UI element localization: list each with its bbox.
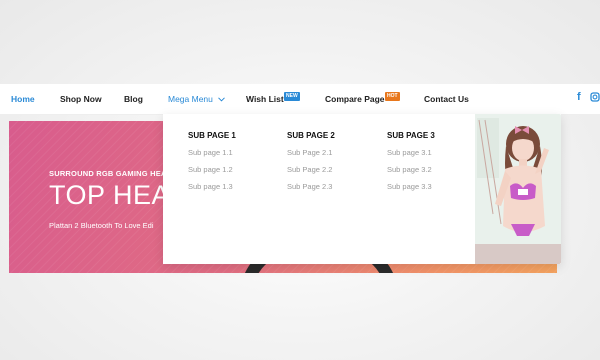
nav-item-label: Blog	[124, 94, 143, 104]
instagram-icon[interactable]	[590, 91, 600, 107]
submenu-link[interactable]: Sub page 1.1	[188, 144, 283, 161]
chevron-down-icon	[218, 84, 226, 114]
nav-item-label: Compare Page	[325, 94, 385, 104]
promo-model-image[interactable]	[475, 114, 561, 264]
column-title[interactable]: SUB PAGE 3	[387, 128, 482, 144]
banner-subtitle: SURROUND RGB GAMING HEADS	[49, 169, 178, 178]
nav-item-compare-page[interactable]: Compare Page	[325, 84, 385, 114]
submenu-link[interactable]: Sub page 3.3	[387, 178, 482, 195]
nav-item-label: Home	[11, 94, 35, 104]
submenu-link[interactable]: Sub page 1.3	[188, 178, 283, 195]
submenu-link[interactable]: Sub Page 2.2	[287, 161, 382, 178]
submenu-link[interactable]: Sub page 1.2	[188, 161, 283, 178]
new-badge: NEW	[284, 92, 300, 101]
submenu-link[interactable]: Sub Page 2.1	[287, 144, 382, 161]
nav-item-blog[interactable]: Blog	[124, 84, 143, 114]
nav-item-wish-list[interactable]: Wish List	[246, 84, 284, 114]
banner-description: Plattan 2 Bluetooth To Love Edi	[49, 221, 154, 230]
nav-item-label: Mega Menu	[168, 94, 213, 104]
mega-menu-column-3: SUB PAGE 3 Sub page 3.1 Sub page 3.2 Sub…	[387, 128, 482, 195]
mega-menu-column-2: SUB PAGE 2 Sub Page 2.1 Sub Page 2.2 Sub…	[287, 128, 382, 195]
nav-item-label: Wish List	[246, 94, 284, 104]
nav-item-label: Shop Now	[60, 94, 102, 104]
nav-item-contact-us[interactable]: Contact Us	[424, 84, 469, 114]
column-title[interactable]: SUB PAGE 1	[188, 128, 283, 144]
nav-item-label: Contact Us	[424, 94, 469, 104]
submenu-link[interactable]: Sub Page 2.3	[287, 178, 382, 195]
hot-badge: HOT	[385, 92, 400, 101]
nav-item-mega-menu[interactable]: Mega Menu	[168, 84, 226, 114]
submenu-link[interactable]: Sub page 3.1	[387, 144, 482, 161]
nav-item-home[interactable]: Home	[11, 84, 35, 114]
main-navigation: Home Shop Now Blog Mega Menu Wish List N…	[0, 84, 600, 114]
facebook-icon[interactable]: f	[577, 91, 581, 107]
mega-menu-dropdown: SUB PAGE 1 Sub page 1.1 Sub page 1.2 Sub…	[163, 114, 561, 264]
mega-menu-column-1: SUB PAGE 1 Sub page 1.1 Sub page 1.2 Sub…	[188, 128, 283, 195]
column-title[interactable]: SUB PAGE 2	[287, 128, 382, 144]
submenu-link[interactable]: Sub page 3.2	[387, 161, 482, 178]
nav-item-shop-now[interactable]: Shop Now	[60, 84, 102, 114]
